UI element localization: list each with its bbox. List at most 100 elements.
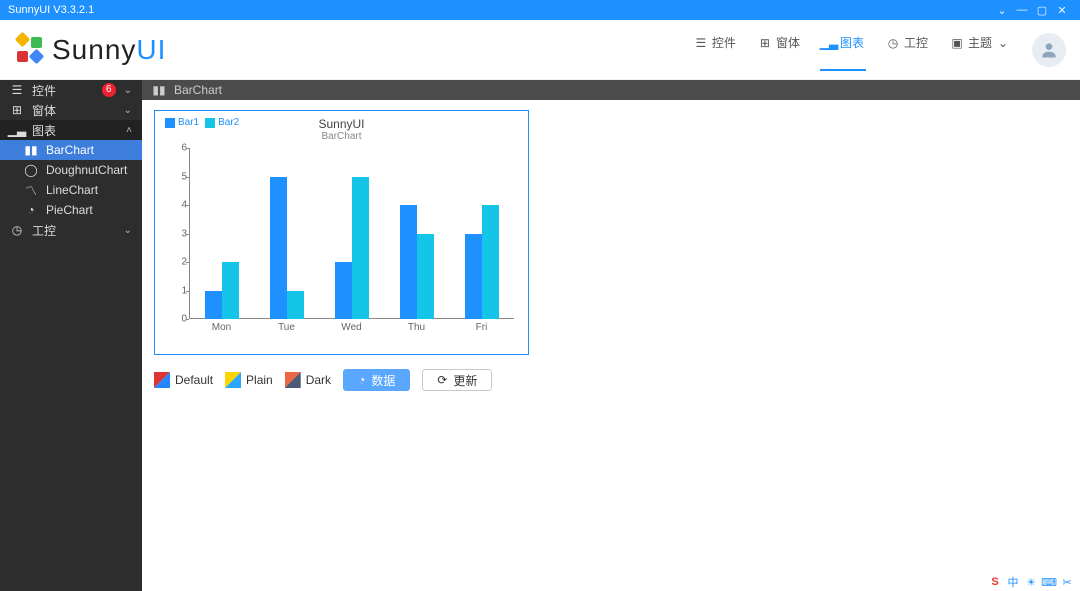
topnav-charts[interactable]: ▁▃ 图表 [820, 28, 866, 71]
sidebar-item-label: BarChart [46, 143, 94, 157]
sidebar-group-industrial[interactable]: ◷ 工控 ⌄ [0, 220, 142, 240]
refresh-icon: ⟳ [437, 373, 447, 387]
y-axis: 0123456 [171, 148, 187, 319]
topnav-label: 控件 [712, 34, 736, 51]
bar-group [270, 177, 304, 320]
header: SunnyUI ☰ 控件 ⊞ 窗体 ▁▃ 图表 ◷ 工控 ▣ 主题 ⌄ [0, 20, 1080, 80]
x-tick: Fri [476, 322, 488, 333]
image-icon: ▣ [950, 36, 964, 50]
style-plain[interactable]: Plain [225, 372, 273, 388]
ime-icon[interactable]: 中 [1006, 575, 1020, 589]
legend-swatch [165, 118, 175, 128]
bar [417, 234, 434, 320]
sidebar-label: 工控 [32, 222, 116, 239]
grid-icon: ☰ [10, 83, 24, 97]
avatar[interactable] [1032, 33, 1066, 67]
bar [400, 205, 417, 319]
style-label: Default [175, 373, 213, 387]
bar [270, 177, 287, 320]
grid-icon: ☰ [694, 36, 708, 50]
topnav-label: 工控 [904, 34, 928, 51]
maximize-icon[interactable]: ▢ [1032, 4, 1052, 17]
style-default[interactable]: Default [154, 372, 213, 388]
chevron-down-icon: ⌄ [996, 36, 1010, 50]
chart-legend: Bar1 Bar2 [165, 117, 239, 128]
sidebar: ☰ 控件 6 ⌄ ⊞ 窗体 ⌄ ▁▃ 图表 ˄ ▮▮ BarChart ◯ Do… [0, 80, 142, 591]
sidebar-badge: 6 [102, 83, 116, 97]
swatch-icon [154, 372, 170, 388]
topnav-industrial[interactable]: ◷ 工控 [884, 28, 930, 71]
bar [205, 291, 222, 320]
ime-icon[interactable]: ⌨ [1042, 575, 1056, 589]
topnav-forms[interactable]: ⊞ 窗体 [756, 28, 802, 71]
x-tick: Tue [278, 322, 295, 333]
bar [352, 177, 369, 320]
logo-icon [14, 34, 46, 66]
button-label: 更新 [453, 372, 477, 389]
style-label: Dark [306, 373, 331, 387]
doughnut-icon: ◯ [24, 163, 38, 177]
sidebar-item-label: LineChart [46, 183, 98, 197]
data-button[interactable]: ◔ 数据 [343, 369, 410, 391]
sidebar-group-charts[interactable]: ▁▃ 图表 ˄ [0, 120, 142, 140]
gauge-icon: ◷ [10, 223, 24, 237]
chevron-down-icon: ⌄ [124, 105, 132, 116]
close-icon[interactable]: ✕ [1052, 4, 1072, 17]
bar [222, 262, 239, 319]
swatch-icon [225, 372, 241, 388]
x-tick: Thu [408, 322, 425, 333]
topnav-label: 窗体 [776, 34, 800, 51]
pie-icon: ◔ [24, 203, 38, 217]
minimize-icon[interactable]: — [1012, 4, 1032, 16]
bar-icon: ▮▮ [152, 83, 166, 97]
chart-panel: Bar1 Bar2 SunnyUI BarChart 0123456 MonTu… [154, 110, 529, 355]
bar [465, 234, 482, 320]
logo-text: SunnyUI [52, 34, 166, 66]
sidebar-label: 窗体 [32, 102, 116, 119]
sidebar-group-forms[interactable]: ⊞ 窗体 ⌄ [0, 100, 142, 120]
breadcrumb-label: BarChart [174, 83, 222, 97]
sidebar-group-controls[interactable]: ☰ 控件 6 ⌄ [0, 80, 142, 100]
bar-group [335, 177, 369, 320]
sidebar-item-linechart[interactable]: 〽 LineChart [0, 180, 142, 200]
chart-subtitle: BarChart [165, 131, 518, 142]
topnav-controls[interactable]: ☰ 控件 [692, 28, 738, 71]
legend-item: Bar2 [205, 117, 239, 128]
window-titlebar: SunnyUI V3.3.2.1 ⌄ — ▢ ✕ [0, 0, 1080, 20]
ime-taskbar: S 中 ☀ ⌨ ✂ [988, 575, 1074, 589]
x-tick: Mon [212, 322, 231, 333]
legend-label: Bar1 [178, 117, 199, 128]
sidebar-item-doughnutchart[interactable]: ◯ DoughnutChart [0, 160, 142, 180]
style-row: Default Plain Dark ◔ 数据 ⟳ 更新 [154, 369, 1068, 391]
chart-plot: 0123456 MonTueWedThuFri [189, 148, 514, 333]
top-nav: ☰ 控件 ⊞ 窗体 ▁▃ 图表 ◷ 工控 ▣ 主题 ⌄ [692, 28, 1012, 71]
sidebar-item-label: DoughnutChart [46, 163, 127, 177]
bar-group [400, 205, 434, 319]
sidebar-item-piechart[interactable]: ◔ PieChart [0, 200, 142, 220]
legend-swatch [205, 118, 215, 128]
legend-item: Bar1 [165, 117, 199, 128]
x-axis: MonTueWedThuFri [189, 319, 514, 333]
window-icon: ⊞ [758, 36, 772, 50]
chart-icon: ▁▃ [10, 123, 24, 137]
sidebar-label: 图表 [32, 122, 118, 139]
gauge-icon: ◷ [886, 36, 900, 50]
line-icon: 〽 [24, 183, 38, 197]
sidebar-label: 控件 [32, 82, 94, 99]
refresh-button[interactable]: ⟳ 更新 [422, 369, 492, 391]
style-dark[interactable]: Dark [285, 372, 331, 388]
chevron-down-icon: ⌄ [124, 85, 132, 96]
bar-icon: ▮▮ [24, 143, 38, 157]
topnav-label: 图表 [840, 34, 864, 51]
topnav-theme[interactable]: ▣ 主题 ⌄ [948, 28, 1012, 71]
ime-icon[interactable]: ☀ [1024, 575, 1038, 589]
sidebar-item-barchart[interactable]: ▮▮ BarChart [0, 140, 142, 160]
breadcrumb: ▮▮ BarChart [142, 80, 1080, 100]
window-icon: ⊞ [10, 103, 24, 117]
ime-icon[interactable]: S [988, 575, 1002, 589]
ime-icon[interactable]: ✂ [1060, 575, 1074, 589]
bar [482, 205, 499, 319]
dropdown-icon[interactable]: ⌄ [992, 4, 1012, 17]
button-label: 数据 [371, 372, 395, 389]
window-title: SunnyUI V3.3.2.1 [8, 4, 94, 16]
